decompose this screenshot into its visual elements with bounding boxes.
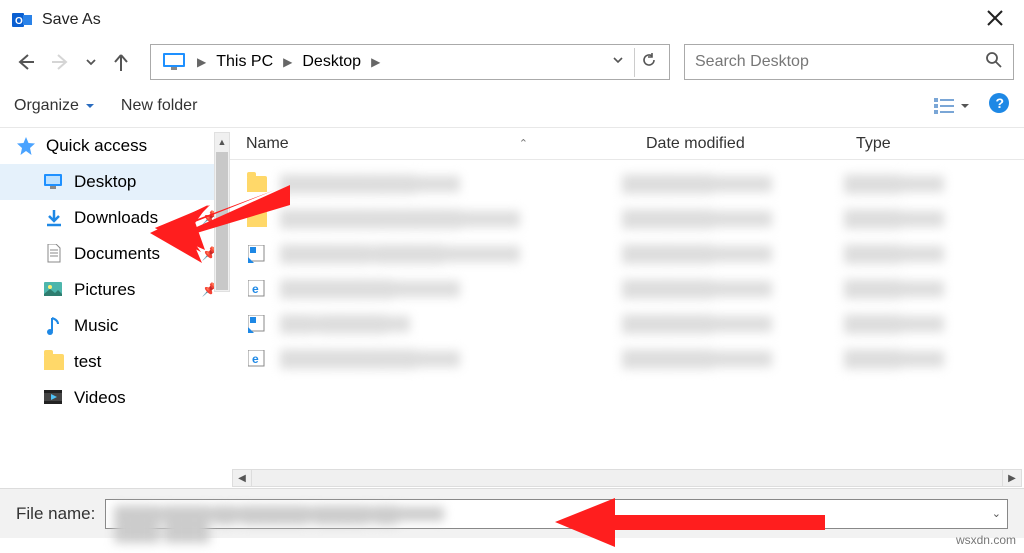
command-bar: Organize New folder ?	[0, 84, 1024, 128]
column-type[interactable]: Type	[846, 135, 1024, 153]
breadcrumb-desktop[interactable]: Desktop	[296, 45, 367, 79]
scroll-thumb[interactable]	[216, 152, 228, 290]
watermark: wsxdn.com	[956, 533, 1016, 547]
sidebar-item-desktop[interactable]: Desktop	[0, 164, 230, 200]
scroll-right-icon[interactable]: ▶	[1002, 469, 1022, 487]
address-dropdown-icon[interactable]	[606, 49, 630, 75]
view-options-button[interactable]	[934, 98, 970, 114]
sort-indicator-icon: ⌃	[519, 137, 528, 150]
chevron-right-icon[interactable]: ▶	[193, 55, 210, 69]
help-button[interactable]: ?	[988, 92, 1010, 119]
edge-icon: e	[246, 348, 268, 370]
footer: File name: ████ ████ ██ ██████ █████ ██ …	[0, 488, 1024, 538]
sidebar-item-downloads[interactable]: Downloads 📌	[0, 200, 230, 236]
scroll-track[interactable]	[252, 469, 1002, 487]
file-row[interactable]: ████████████ ████████ █████	[230, 166, 1024, 201]
sidebar-scrollbar[interactable]: ▲	[214, 132, 230, 292]
sidebar-item-pictures[interactable]: Pictures 📌	[0, 272, 230, 308]
shortcut-icon	[246, 243, 268, 265]
organize-button[interactable]: Organize	[14, 97, 95, 115]
address-bar[interactable]: ▶ This PC ▶ Desktop ▶	[150, 44, 670, 80]
file-row[interactable]: ████████████████ ████████ █████	[230, 201, 1024, 236]
sidebar-item-videos[interactable]: Videos	[0, 380, 230, 416]
filename-input[interactable]: ████ ████ ██ ██████ █████ ██ ████ ████ ⌄	[105, 499, 1008, 529]
column-name[interactable]: Name ⌃	[230, 135, 636, 153]
file-row[interactable]: e ██████████ ████████ █████	[230, 271, 1024, 306]
thispc-icon	[157, 45, 193, 79]
up-button[interactable]	[106, 47, 136, 77]
search-input[interactable]	[695, 53, 985, 71]
scroll-up-icon[interactable]: ▲	[215, 133, 229, 151]
shortcut-icon	[246, 313, 268, 335]
search-box[interactable]	[684, 44, 1014, 80]
recent-locations-button[interactable]	[82, 47, 100, 77]
file-row[interactable]: ███ ██████ ████████ █████	[230, 306, 1024, 341]
column-date-modified[interactable]: Date modified	[636, 135, 846, 153]
file-list-pane: Name ⌃ Date modified Type ████████████ █…	[230, 128, 1024, 488]
file-row[interactable]: e ████████████ ████████ █████	[230, 341, 1024, 376]
horizontal-scrollbar[interactable]: ◀ ▶	[232, 468, 1022, 488]
folder-icon	[246, 208, 268, 230]
filename-label: File name:	[16, 504, 95, 524]
navigation-row: ▶ This PC ▶ Desktop ▶	[0, 40, 1024, 84]
file-row[interactable]: ████████ ██████ ████████ █████	[230, 236, 1024, 271]
svg-text:?: ?	[996, 95, 1005, 111]
chevron-right-icon[interactable]: ▶	[279, 55, 296, 69]
folder-icon	[44, 352, 64, 372]
folder-icon	[246, 173, 268, 195]
music-icon	[44, 316, 64, 336]
star-icon	[16, 136, 36, 156]
svg-text:e: e	[252, 352, 259, 366]
window-title: Save As	[42, 11, 101, 29]
title-bar: O Save As	[0, 0, 1024, 40]
desktop-icon	[44, 172, 64, 192]
chevron-right-icon[interactable]: ▶	[367, 55, 384, 69]
sidebar-item-documents[interactable]: Documents 📌	[0, 236, 230, 272]
navigation-pane: Quick access Desktop Downloads 📌 Documen…	[0, 128, 230, 488]
breadcrumb-thispc[interactable]: This PC	[210, 45, 279, 79]
download-icon	[44, 208, 64, 228]
document-icon	[44, 244, 64, 264]
videos-icon	[44, 388, 64, 408]
edge-icon: e	[246, 278, 268, 300]
sidebar-item-music[interactable]: Music	[0, 308, 230, 344]
sidebar-item-test[interactable]: test	[0, 344, 230, 380]
column-headers: Name ⌃ Date modified Type	[230, 128, 1024, 160]
refresh-button[interactable]	[634, 48, 663, 77]
forward-button[interactable]	[46, 47, 76, 77]
outlook-icon: O	[12, 10, 32, 30]
scroll-left-icon[interactable]: ◀	[232, 469, 252, 487]
back-button[interactable]	[10, 47, 40, 77]
pictures-icon	[44, 280, 64, 300]
svg-text:e: e	[252, 282, 259, 296]
svg-text:O: O	[15, 16, 23, 27]
close-button[interactable]	[978, 3, 1012, 37]
filename-dropdown-icon[interactable]: ⌄	[992, 507, 1001, 520]
sidebar-quick-access[interactable]: Quick access	[0, 128, 230, 164]
new-folder-button[interactable]: New folder	[121, 97, 197, 115]
search-icon[interactable]	[985, 51, 1003, 74]
